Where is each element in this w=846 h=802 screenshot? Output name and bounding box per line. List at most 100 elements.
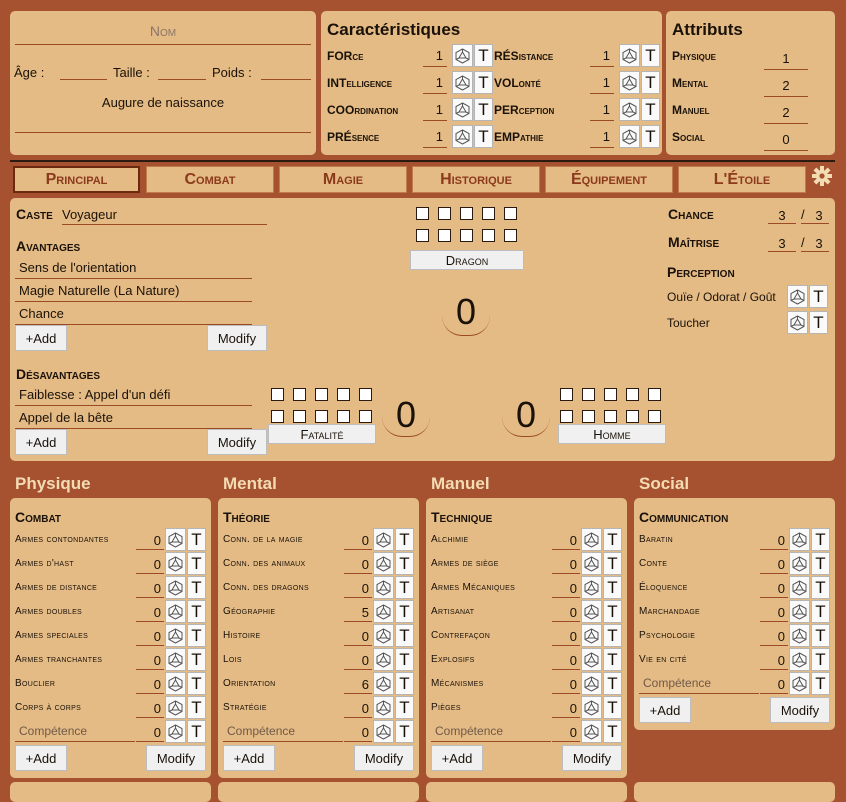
- checkbox[interactable]: [337, 388, 350, 401]
- d20-dice-icon[interactable]: [452, 44, 473, 67]
- test-button[interactable]: T: [187, 600, 206, 623]
- avantage-item[interactable]: Magie Naturelle (La Nature): [15, 283, 252, 302]
- test-button[interactable]: T: [603, 528, 622, 551]
- checkbox[interactable]: [293, 388, 306, 401]
- checkbox[interactable]: [604, 410, 617, 423]
- test-button[interactable]: T: [603, 648, 622, 671]
- checkbox[interactable]: [416, 229, 429, 242]
- test-button[interactable]: T: [641, 44, 660, 67]
- test-button[interactable]: T: [474, 125, 493, 148]
- modify-button[interactable]: Modify: [562, 745, 622, 771]
- skill-value[interactable]: 0: [760, 557, 788, 574]
- checkbox[interactable]: [438, 207, 451, 220]
- d20-dice-icon[interactable]: [165, 576, 186, 599]
- competence-value[interactable]: 0: [344, 725, 372, 742]
- test-button[interactable]: T: [809, 285, 828, 308]
- skill-value[interactable]: 0: [136, 533, 164, 550]
- carac-value[interactable]: 1: [423, 102, 447, 121]
- checkbox[interactable]: [582, 410, 595, 423]
- d20-dice-icon[interactable]: [789, 648, 810, 671]
- skill-value[interactable]: 0: [552, 533, 580, 550]
- competence-value[interactable]: 0: [136, 725, 164, 742]
- avantage-item[interactable]: Sens de l'orientation: [15, 260, 252, 279]
- d20-dice-icon[interactable]: [581, 648, 602, 671]
- checkbox[interactable]: [560, 388, 573, 401]
- d20-dice-icon[interactable]: [619, 98, 640, 121]
- d20-dice-icon[interactable]: [581, 552, 602, 575]
- test-button[interactable]: T: [603, 720, 622, 743]
- test-button[interactable]: T: [603, 576, 622, 599]
- d20-dice-icon[interactable]: [165, 552, 186, 575]
- add-button[interactable]: +Add: [223, 745, 275, 771]
- test-button[interactable]: T: [811, 624, 830, 647]
- d20-dice-icon[interactable]: [373, 552, 394, 575]
- skill-value[interactable]: 0: [136, 677, 164, 694]
- checkbox[interactable]: [438, 229, 451, 242]
- skill-value[interactable]: 0: [552, 701, 580, 718]
- competence-field[interactable]: Compétence: [15, 724, 135, 742]
- checkbox[interactable]: [416, 207, 429, 220]
- skill-value[interactable]: 0: [552, 557, 580, 574]
- skill-value[interactable]: 0: [136, 581, 164, 598]
- carac-value[interactable]: 1: [423, 75, 447, 94]
- d20-dice-icon[interactable]: [581, 600, 602, 623]
- checkbox[interactable]: [359, 388, 372, 401]
- test-button[interactable]: T: [603, 600, 622, 623]
- attribut-value[interactable]: 1: [764, 51, 808, 70]
- d20-dice-icon[interactable]: [581, 672, 602, 695]
- checkbox[interactable]: [648, 410, 661, 423]
- skill-value[interactable]: 0: [760, 629, 788, 646]
- test-button[interactable]: T: [641, 71, 660, 94]
- carac-value[interactable]: 1: [590, 129, 614, 148]
- d20-dice-icon[interactable]: [789, 624, 810, 647]
- checkbox[interactable]: [460, 207, 473, 220]
- tab-magie[interactable]: Magie: [279, 166, 407, 193]
- test-button[interactable]: T: [811, 648, 830, 671]
- d20-dice-icon[interactable]: [165, 624, 186, 647]
- add-button[interactable]: +Add: [431, 745, 483, 771]
- d20-dice-icon[interactable]: [789, 600, 810, 623]
- carac-value[interactable]: 1: [423, 48, 447, 67]
- skill-value[interactable]: 0: [344, 629, 372, 646]
- test-button[interactable]: T: [395, 552, 414, 575]
- d20-dice-icon[interactable]: [619, 71, 640, 94]
- test-button[interactable]: T: [395, 672, 414, 695]
- d20-dice-icon[interactable]: [789, 552, 810, 575]
- test-button[interactable]: T: [187, 528, 206, 551]
- d20-dice-icon[interactable]: [373, 576, 394, 599]
- checkbox[interactable]: [560, 410, 573, 423]
- d20-dice-icon[interactable]: [373, 720, 394, 743]
- skill-value[interactable]: 0: [552, 581, 580, 598]
- augure-field[interactable]: [15, 132, 311, 133]
- d20-dice-icon[interactable]: [165, 600, 186, 623]
- checkbox[interactable]: [482, 229, 495, 242]
- test-button[interactable]: T: [474, 71, 493, 94]
- checkbox[interactable]: [315, 388, 328, 401]
- competence-value[interactable]: 0: [552, 725, 580, 742]
- checkbox[interactable]: [504, 229, 517, 242]
- d20-dice-icon[interactable]: [581, 576, 602, 599]
- skill-value[interactable]: 0: [136, 605, 164, 622]
- test-button[interactable]: T: [603, 696, 622, 719]
- test-button[interactable]: T: [187, 672, 206, 695]
- checkbox[interactable]: [271, 410, 284, 423]
- attribut-value[interactable]: 0: [764, 132, 808, 151]
- d20-dice-icon[interactable]: [165, 672, 186, 695]
- skill-value[interactable]: 0: [760, 605, 788, 622]
- test-button[interactable]: T: [811, 600, 830, 623]
- test-button[interactable]: T: [811, 552, 830, 575]
- d20-dice-icon[interactable]: [373, 624, 394, 647]
- chance-max[interactable]: 3: [801, 208, 829, 224]
- attribut-value[interactable]: 2: [764, 105, 808, 124]
- desavantage-item[interactable]: Faiblesse : Appel d'un défi: [15, 387, 252, 406]
- skill-value[interactable]: 0: [344, 653, 372, 670]
- poids-field[interactable]: [261, 79, 311, 80]
- d20-dice-icon[interactable]: [165, 720, 186, 743]
- checkbox[interactable]: [359, 410, 372, 423]
- test-button[interactable]: T: [395, 624, 414, 647]
- d20-dice-icon[interactable]: [452, 125, 473, 148]
- test-button[interactable]: T: [395, 696, 414, 719]
- taille-field[interactable]: [158, 79, 206, 80]
- checkbox[interactable]: [315, 410, 328, 423]
- d20-dice-icon[interactable]: [165, 696, 186, 719]
